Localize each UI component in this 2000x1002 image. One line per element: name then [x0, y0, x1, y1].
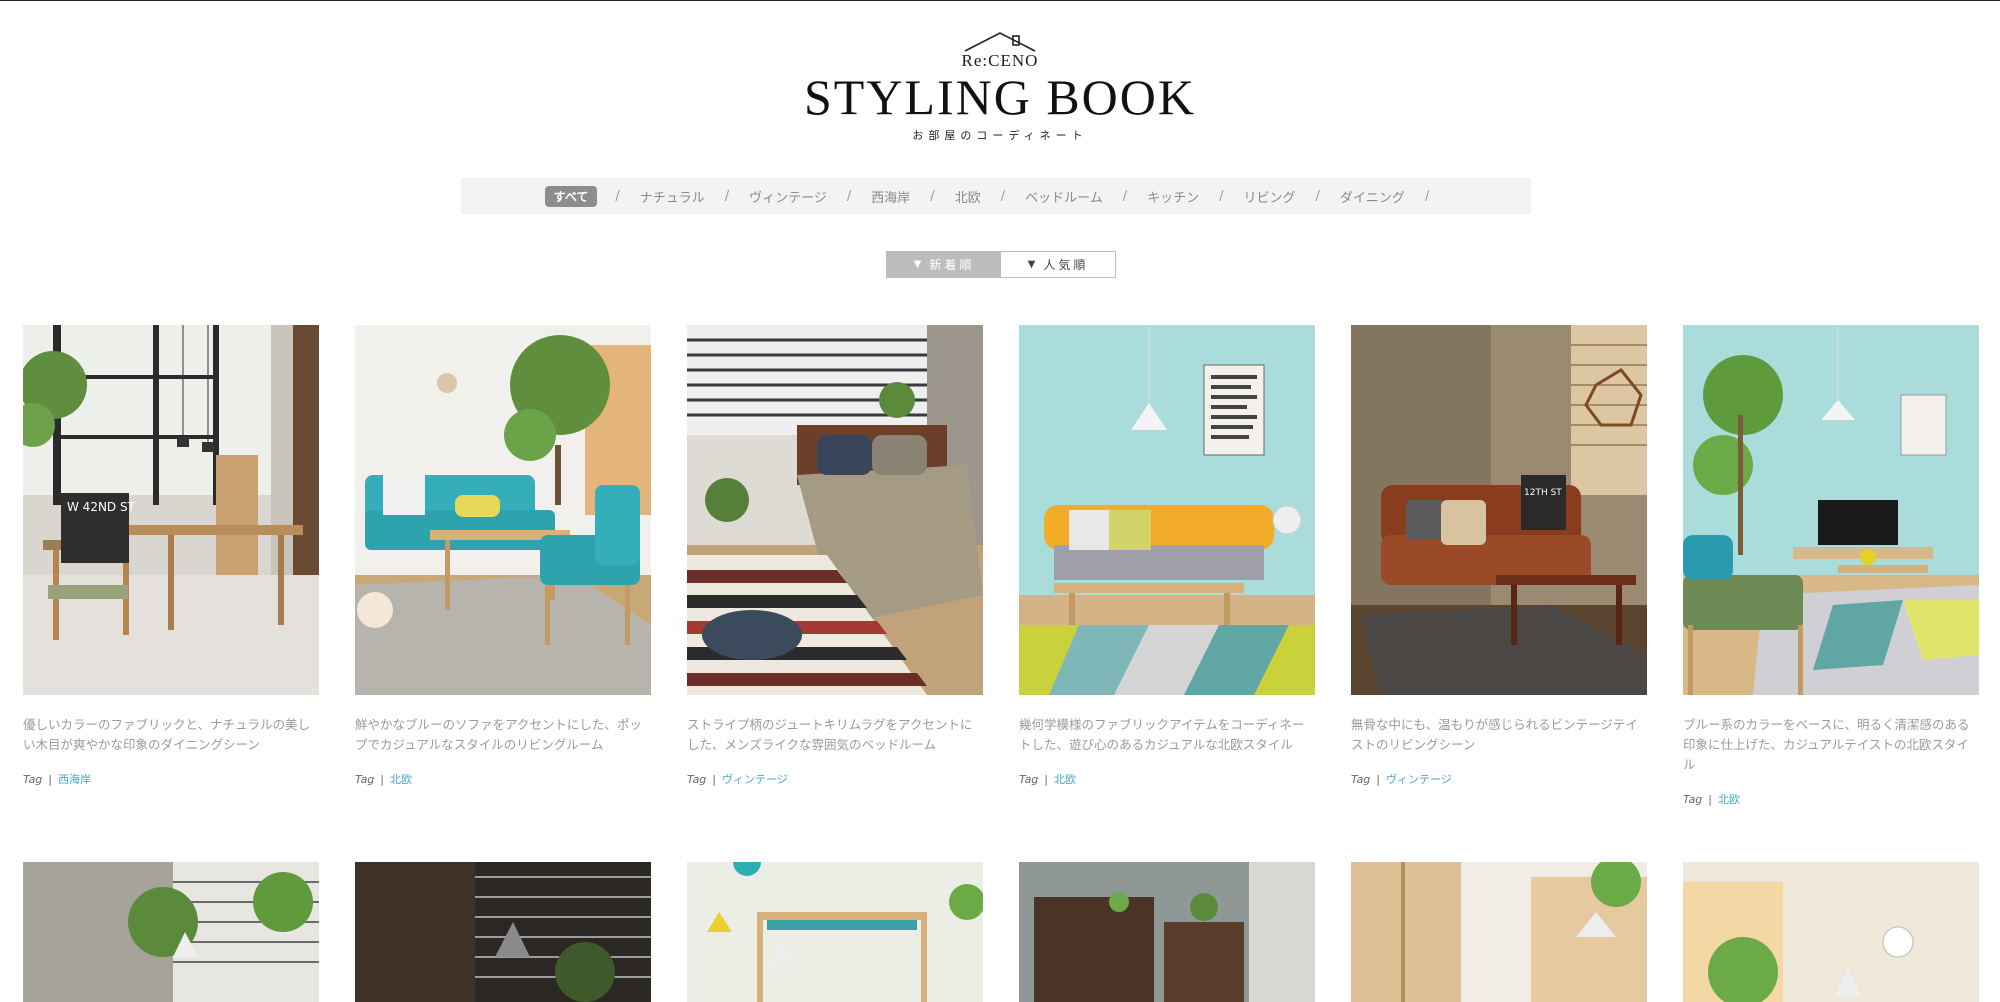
card-description: 優しいカラーのファブリックと、ナチュラルの美しい木目が爽やかな印象のダイニングシ… [23, 717, 311, 752]
separator: / [1122, 188, 1128, 204]
separator: / [1219, 188, 1224, 204]
nordic-living-image [1019, 325, 1315, 695]
dining-room-image: W 42ND ST [23, 325, 319, 695]
room-image [1683, 862, 1979, 1002]
card-photo[interactable] [355, 862, 651, 1002]
card-description: 幾何学模様のファブリックアイテムをコーディネートした、遊び心のあるカジュアルな北… [1019, 717, 1305, 752]
card-description: 鮮やかなブルーのソファをアクセントにした、ポップでカジュアルなスタイルのリビング… [355, 717, 642, 752]
styling-card: 12TH ST 無骨な中にも、温もりが感じられるビンテージテイストのリビングシー… [1351, 325, 1647, 787]
house-roof-icon [964, 32, 1036, 52]
tag-label: Tag [23, 773, 43, 786]
card-tags: Tag | 北欧 [1019, 773, 1077, 786]
tag-link[interactable]: ヴィンテージ [1386, 773, 1452, 786]
styling-card: W 42ND ST 優しいカラーのファブリックと、ナチュラルの美しい木目が爽やか… [23, 325, 319, 787]
vintage-living-image: 12TH ST [1351, 325, 1647, 695]
tag-label: Tag [1683, 793, 1703, 806]
separator: / [724, 188, 730, 204]
tag-link[interactable]: 西海岸 [58, 773, 91, 786]
card-photo[interactable] [1683, 325, 1979, 695]
card-description: 無骨な中にも、温もりが感じられるビンテージテイストのリビングシーン [1351, 717, 1638, 752]
room-image [1019, 862, 1315, 1002]
category-natural[interactable]: ナチュラル [638, 187, 707, 206]
poster-text: 12TH ST [1524, 488, 1562, 498]
poster-text: W 42ND ST [67, 500, 136, 514]
living-room-image [355, 325, 651, 695]
card-photo[interactable]: W 42ND ST [23, 325, 319, 695]
category-kitchen[interactable]: キッチン [1145, 187, 1201, 206]
tag-label: Tag [355, 773, 375, 786]
card-description: ブルー系のカラーをベースに、明るく清潔感のある印象に仕上げた、カジュアルテイスト… [1683, 717, 1970, 772]
room-image [1351, 862, 1647, 1002]
tag-label: Tag [687, 773, 707, 786]
tag-link[interactable]: 北欧 [390, 773, 412, 786]
tag-link[interactable]: 北欧 [1718, 793, 1740, 806]
separator: / [1000, 188, 1006, 204]
room-image [355, 862, 651, 1002]
separator: / [1315, 188, 1320, 204]
triangle-down-icon: ▼ [1027, 259, 1036, 270]
page-title: STYLING BOOK [803, 69, 1197, 125]
sort-popular-button[interactable]: ▼ 人気順 [1001, 252, 1115, 277]
category-living[interactable]: リビング [1242, 187, 1298, 206]
styling-card: 鮮やかなブルーのソファをアクセントにした、ポップでカジュアルなスタイルのリビング… [355, 325, 651, 787]
styling-card: ストライプ柄のジュートキリムラグをアクセントにした、メンズライクな雰囲気のベッド… [687, 325, 983, 787]
card-description: ストライプ柄のジュートキリムラグをアクセントにした、メンズライクな雰囲気のベッド… [687, 717, 973, 752]
separator: / [615, 188, 620, 204]
card-tags: Tag | ヴィンテージ [687, 773, 788, 786]
card-photo[interactable] [687, 325, 983, 695]
card-photo[interactable] [1351, 862, 1647, 1002]
card-tags: Tag | 西海岸 [23, 773, 92, 786]
card-tags: Tag | 北欧 [1683, 793, 1741, 806]
tag-label: Tag [1019, 773, 1039, 786]
tag-link[interactable]: ヴィンテージ [722, 773, 788, 786]
category-bedroom[interactable]: ベッドルーム [1023, 187, 1105, 206]
separator: / [846, 188, 852, 204]
room-image [23, 862, 319, 1002]
sort-popular-label: 人気順 [1043, 258, 1089, 272]
category-all[interactable]: すべて [544, 185, 598, 207]
tag-link[interactable]: 北欧 [1054, 773, 1076, 786]
bedroom-image [687, 325, 983, 695]
separator: / [1424, 188, 1430, 204]
tag-label: Tag [1351, 773, 1371, 786]
card-photo[interactable] [1019, 325, 1315, 695]
card-photo[interactable]: 12TH ST [1351, 325, 1647, 695]
category-vintage[interactable]: ヴィンテージ [747, 187, 829, 206]
card-photo[interactable] [23, 862, 319, 1002]
category-filter-bar: すべて / ナチュラル / ヴィンテージ / 西海岸 / 北欧 / ベッドルーム… [461, 178, 1531, 214]
category-west-coast[interactable]: 西海岸 [869, 187, 912, 206]
page-subtitle: お部屋のコーディネート [912, 129, 1088, 142]
sort-newest-label: 新着順 [929, 258, 975, 272]
triangle-down-icon: ▼ [913, 259, 922, 270]
card-photo[interactable] [1683, 862, 1979, 1002]
sort-newest-button[interactable]: ▼ 新着順 [887, 252, 1001, 277]
sort-toggle: ▼ 新着順 ▼ 人気順 [886, 251, 1116, 278]
room-image [687, 862, 983, 1002]
styling-card: ブルー系のカラーをベースに、明るく清潔感のある印象に仕上げた、カジュアルテイスト… [1683, 325, 1979, 807]
card-photo[interactable] [355, 325, 651, 695]
card-photo[interactable] [1019, 862, 1315, 1002]
category-dining[interactable]: ダイニング [1338, 187, 1407, 206]
card-photo[interactable] [687, 862, 983, 1002]
site-logo[interactable]: Re:CENO STYLING BOOK お部屋のコーディネート [0, 1, 2000, 151]
styling-card: 幾何学模様のファブリックアイテムをコーディネートした、遊び心のあるカジュアルな北… [1019, 325, 1315, 787]
separator: / [930, 188, 935, 204]
card-tags: Tag | 北欧 [355, 773, 413, 786]
card-tags: Tag | ヴィンテージ [1351, 773, 1452, 786]
category-nordic[interactable]: 北欧 [953, 187, 983, 206]
blue-nordic-image [1683, 325, 1979, 695]
